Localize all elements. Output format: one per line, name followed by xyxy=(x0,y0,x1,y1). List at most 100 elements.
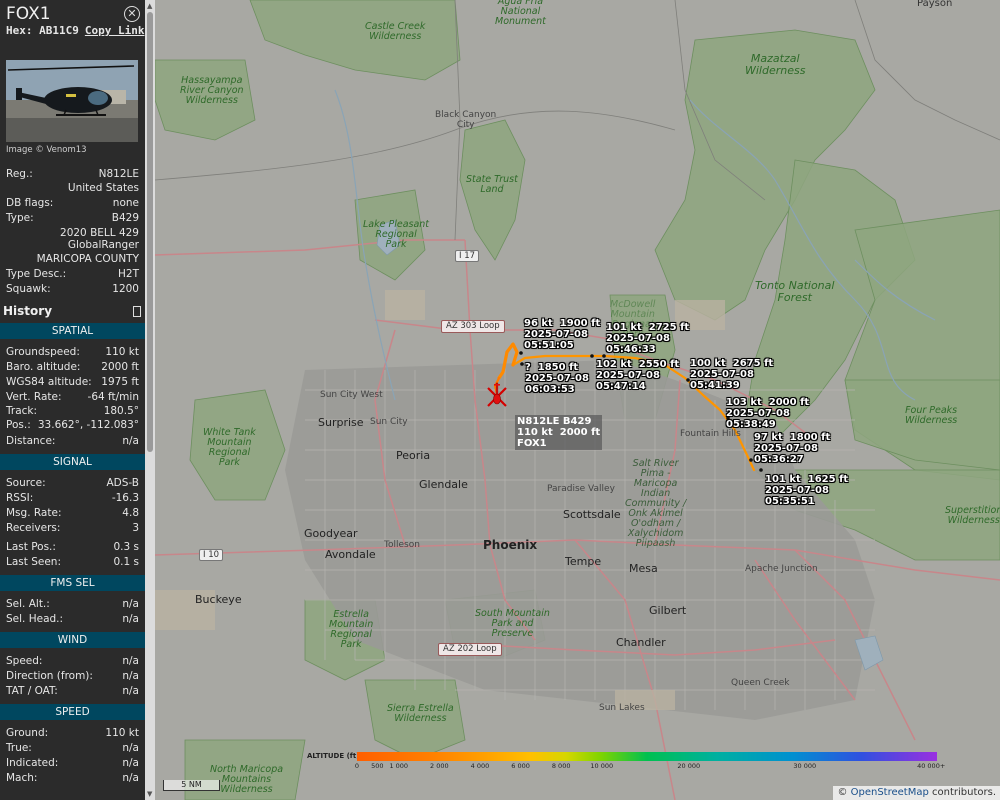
section-header-spatial[interactable]: SPATIAL xyxy=(0,323,145,339)
osm-link[interactable]: OpenStreetMap xyxy=(851,787,929,798)
place-superstition: Superstition Wilderness xyxy=(945,505,1000,526)
fms-row-value: n/a xyxy=(122,613,139,625)
hex-value: AB11C9 xyxy=(39,24,79,37)
fms-row: Sel. Head.: n/a xyxy=(6,612,139,626)
spatial-row-label: Distance: xyxy=(6,435,56,447)
place-buckeye: Buckeye xyxy=(195,593,242,606)
map-base xyxy=(155,0,1000,800)
pin-icon[interactable] xyxy=(133,306,141,317)
photo-credit: Image © Venom13 xyxy=(6,145,87,155)
place-tonto: Tonto National Forest xyxy=(755,279,835,304)
spatial-row-value: -64 ft/min xyxy=(87,391,139,403)
squawk-value: 1200 xyxy=(112,283,139,295)
place-peoria: Peoria xyxy=(396,449,431,462)
legend-tick-label: 20 000 xyxy=(677,762,701,770)
legend-tick-label: 8 000 xyxy=(551,762,571,770)
signal-row: RSSI: -16.3 xyxy=(6,491,139,505)
place-four-peaks: Four Peaks Wilderness xyxy=(905,405,958,426)
dbflags-label: DB flags: xyxy=(6,197,54,209)
road-sign-i10: I 10 xyxy=(199,549,224,561)
speed-row-label: True: xyxy=(6,742,32,754)
section-header-signal[interactable]: SIGNAL xyxy=(0,454,145,470)
signal-row: Source: ADS-B xyxy=(6,476,139,490)
place-apache-junction: Apache Junction xyxy=(745,564,818,574)
place-state-trust: State Trust Land xyxy=(466,174,518,195)
signal-row: Last Seen: 0.1 s xyxy=(6,555,139,569)
wind-row: Speed: n/a xyxy=(6,654,139,668)
scroll-up-icon[interactable]: ▲ xyxy=(147,2,152,10)
spatial-row: Groundspeed: 110 kt xyxy=(6,345,139,359)
signal-row-label: Receivers: xyxy=(6,522,61,534)
signal-row: Last Pos.: 0.3 s xyxy=(6,540,139,554)
section-header-wind[interactable]: WIND xyxy=(0,632,145,648)
altitude-gradient-bar xyxy=(357,752,937,761)
track-label: 100 kt 2675 ft 2025-07-08 05:41:39 xyxy=(690,358,774,391)
wind-row-label: Speed: xyxy=(6,655,43,667)
place-mesa: Mesa xyxy=(629,562,658,575)
road-sign-az303: AZ 303 Loop xyxy=(441,320,505,333)
spatial-row-label: Vert. Rate: xyxy=(6,391,62,403)
dbflags-value: none xyxy=(112,197,139,209)
wind-row-label: TAT / OAT: xyxy=(6,685,58,697)
section-header-speed[interactable]: SPEED xyxy=(0,704,145,720)
signal-row-label: RSSI: xyxy=(6,492,34,504)
signal-row-value: -16.3 xyxy=(111,492,139,504)
speed-row-label: Mach: xyxy=(6,772,38,784)
signal-row-value: 0.3 s xyxy=(113,541,139,553)
section-header-fms[interactable]: FMS SEL xyxy=(0,575,145,591)
history-toggle[interactable]: History xyxy=(3,304,143,318)
hex-line: Hex: AB11C9 Copy Link xyxy=(6,24,144,37)
place-sun-city: Sun City xyxy=(370,417,408,427)
scroll-down-icon[interactable]: ▼ xyxy=(147,790,152,798)
spatial-row-value: 180.5° xyxy=(103,405,139,417)
track-label: 101 kt 1625 ft 2025-07-08 05:35:51 xyxy=(765,474,849,507)
spatial-row: Distance: n/a xyxy=(6,434,139,448)
place-goodyear: Goodyear xyxy=(304,527,358,540)
type-label: Type: xyxy=(6,212,34,224)
place-payson: Payson xyxy=(917,0,953,9)
squawk-row: Squawk: 1200 xyxy=(6,282,139,296)
spatial-row: WGS84 altitude: 1975 ft xyxy=(6,375,139,389)
speed-row-value: n/a xyxy=(122,742,139,754)
altitude-legend: ALTITUDE (ft) 0 500 1 000 2 000 4 000 6 000 8 … xyxy=(307,748,945,774)
spatial-row-label: Groundspeed: xyxy=(6,346,80,358)
track-label: 101 kt 2725 ft 2025-07-08 05:46:33 xyxy=(606,322,690,355)
place-lake-pleasant: Lake Pleasant Regional Park xyxy=(363,219,430,250)
typedesc-label: Type Desc.: xyxy=(6,268,67,280)
copy-link-button[interactable]: Copy Link xyxy=(85,24,145,37)
track-label: 103 kt 2000 ft 2025-07-08 05:38:49 xyxy=(726,397,810,430)
speed-row: Mach: n/a xyxy=(6,771,139,785)
close-icon[interactable]: ✕ xyxy=(124,6,140,22)
place-sun-city-west: Sun City West xyxy=(320,390,383,400)
sidebar-scrollbar[interactable]: ▲ ▼ xyxy=(145,0,155,800)
map-attribution: © OpenStreetMap contributors. xyxy=(833,786,1000,800)
speed-row-label: Indicated: xyxy=(6,757,59,769)
signal-row-value: 4.8 xyxy=(122,507,139,519)
place-surprise: Surprise xyxy=(318,416,364,429)
place-sierra-estrella: Sierra Estrella Wilderness xyxy=(387,703,454,724)
place-castle-creek: Castle Creek Wilderness xyxy=(365,21,426,42)
track-label: 102 kt 2550 ft 2025-07-08 05:47:14 xyxy=(596,359,680,392)
speed-row-value: n/a xyxy=(122,772,139,784)
aircraft-map-label[interactable]: N812LE B429 110 kt 2000 ft FOX1 xyxy=(515,415,603,450)
signal-row-value: ADS-B xyxy=(106,477,139,489)
model-line-2: GlobalRanger xyxy=(67,239,139,251)
speed-row: True: n/a xyxy=(6,741,139,755)
signal-row-label: Last Pos.: xyxy=(6,541,56,553)
spatial-row: Pos.: 33.662°, -112.083° xyxy=(6,418,139,432)
place-queen-creek: Queen Creek xyxy=(731,678,790,688)
track-label: 96 kt 1900 ft 2025-07-08 05:51:05 xyxy=(524,318,601,351)
place-glendale: Glendale xyxy=(419,478,468,491)
place-south-mountain: South Mountain Park and Preserve xyxy=(475,608,550,639)
spatial-row: Baro. altitude: 2000 ft xyxy=(6,360,139,374)
aircraft-photo[interactable] xyxy=(6,60,138,142)
wind-row-value: n/a xyxy=(122,655,139,667)
signal-row-label: Msg. Rate: xyxy=(6,507,62,519)
typedesc-value: H2T xyxy=(118,268,139,280)
map-view[interactable]: Payson Agua Fria National Monument Castl… xyxy=(155,0,1000,800)
reg-label: Reg.: xyxy=(6,168,33,180)
place-hassayampa: Hassayampa River Canyon Wilderness xyxy=(180,75,244,106)
scrollbar-thumb[interactable] xyxy=(147,12,153,452)
attribution-prefix: © xyxy=(837,787,851,798)
spatial-row: Vert. Rate: -64 ft/min xyxy=(6,390,139,404)
